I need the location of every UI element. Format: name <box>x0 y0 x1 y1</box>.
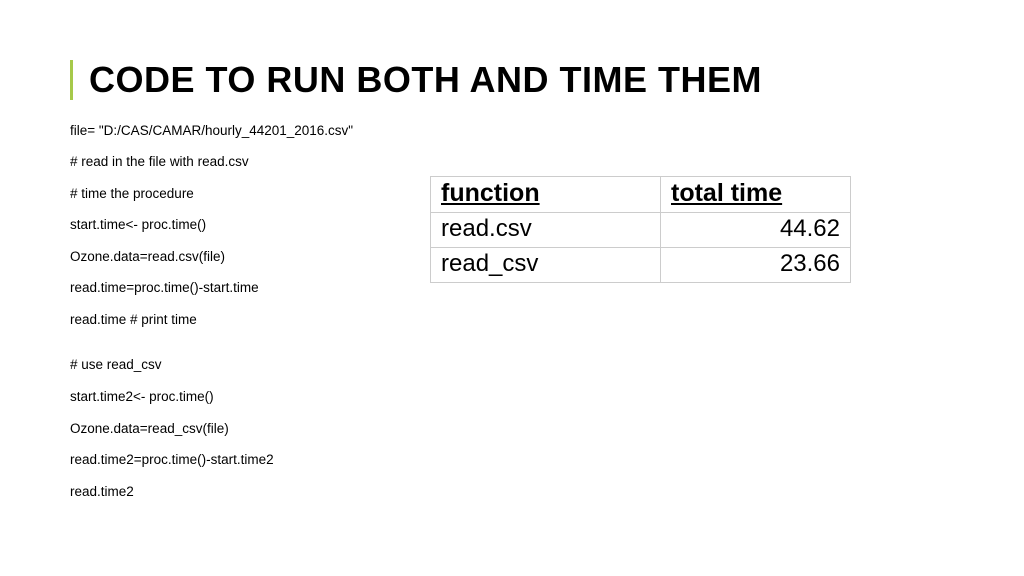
cell-function: read.csv <box>431 212 661 247</box>
code-line: Ozone.data=read.csv(file) <box>70 248 390 266</box>
table-row: read_csv 23.66 <box>431 247 851 282</box>
cell-time: 44.62 <box>661 212 851 247</box>
cell-time: 23.66 <box>661 247 851 282</box>
code-line: Ozone.data=read_csv(file) <box>70 420 390 438</box>
header-total-time: total time <box>661 176 851 212</box>
code-line: read.time2=proc.time()-start.time2 <box>70 451 390 469</box>
code-line: # use read_csv <box>70 356 390 374</box>
code-line: read.time=proc.time()-start.time <box>70 279 390 297</box>
slide-title: CODE TO RUN BOTH AND TIME THEM <box>89 60 954 100</box>
code-line: read.time2 <box>70 483 390 501</box>
code-line: # read in the file with read.csv <box>70 153 390 171</box>
table-row: read.csv 44.62 <box>431 212 851 247</box>
code-line: # time the procedure <box>70 185 390 203</box>
cell-function: read_csv <box>431 247 661 282</box>
header-function: function <box>431 176 661 212</box>
code-line: start.time2<- proc.time() <box>70 388 390 406</box>
code-line: file= "D:/CAS/CAMAR/hourly_44201_2016.cs… <box>70 122 390 140</box>
timing-table-wrap: function total time read.csv 44.62 read_… <box>430 176 851 283</box>
code-line: read.time # print time <box>70 311 390 329</box>
code-listing: file= "D:/CAS/CAMAR/hourly_44201_2016.cs… <box>70 122 390 515</box>
timing-table: function total time read.csv 44.62 read_… <box>430 176 851 283</box>
table-header-row: function total time <box>431 176 851 212</box>
title-accent: CODE TO RUN BOTH AND TIME THEM <box>70 60 954 100</box>
slide: CODE TO RUN BOTH AND TIME THEM file= "D:… <box>0 0 1024 576</box>
slide-body: file= "D:/CAS/CAMAR/hourly_44201_2016.cs… <box>70 122 954 515</box>
blank-line <box>70 342 390 356</box>
code-line: start.time<- proc.time() <box>70 216 390 234</box>
